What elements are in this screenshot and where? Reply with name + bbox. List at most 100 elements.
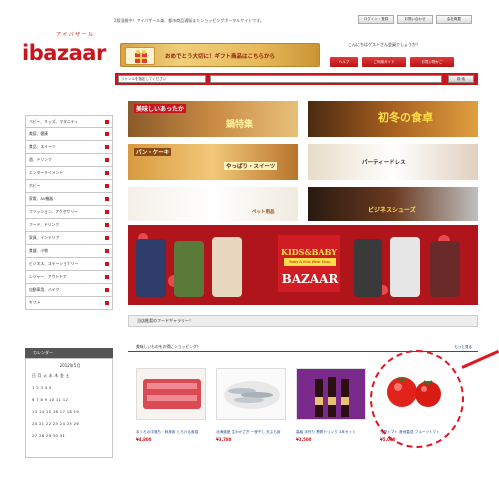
calendar-row: 6 7 8 9 10 11 12 — [32, 397, 69, 402]
highlight-pointer — [461, 349, 499, 369]
arrow-icon — [105, 158, 109, 162]
kids-banner-title: KIDS&BABY — [281, 247, 337, 257]
product-title: 北海道産 生わかさぎ 一夜干し 天ぷら用 — [216, 430, 281, 434]
arrow-icon — [105, 223, 109, 227]
sidebar-item-label: ファッション、アクセサリー — [29, 209, 78, 214]
page: 2版混雑中！アイバザール楽、都市商品通販またショッピングポータルサイトです。 ロ… — [12, 10, 499, 478]
sidebar-item-hobby[interactable]: ホビー — [25, 180, 113, 193]
banner-dress-title: パーティードレス — [362, 160, 406, 166]
product-image — [136, 368, 206, 420]
arrow-icon — [105, 171, 109, 175]
product-card[interactable]: 北海道産 生わかさぎ 一夜干し 天ぷら用 ¥3,780 — [216, 368, 286, 442]
arrow-icon — [105, 197, 109, 201]
gift-promo-banner[interactable]: おめでとう大切に！ギフト商品はこちらから — [120, 43, 320, 67]
sidebar-item-baby[interactable]: ベビー、キッズ、マタニティ — [25, 115, 113, 128]
arrow-icon — [105, 132, 109, 136]
sidebar-item-outdoor[interactable]: レジャー、アウトドア — [25, 271, 113, 284]
arrow-icon — [105, 301, 109, 305]
kids-clothing-image — [212, 237, 242, 297]
member-greeting: こんにちはゲストさん会員でしょうか？ — [348, 42, 420, 47]
banner-pets-title: ペット用品 — [252, 210, 275, 215]
sidebar-item-label: フード、ドリンク — [29, 222, 60, 227]
sidebar-item-label: ホビー — [29, 183, 41, 188]
site-logo[interactable]: ibazaar — [22, 41, 106, 65]
arrow-icon — [105, 275, 109, 279]
arrow-icon — [105, 184, 109, 188]
calendar-row: 1 2 3 4 5 — [32, 385, 52, 390]
sidebar-item-label: エンターテイメント — [29, 170, 64, 175]
calendar: 2012年5月 日 月 火 水 木 金 土 1 2 3 4 5 6 7 8 9 … — [25, 358, 113, 458]
banner-winter-title: 初冬の食卓 — [378, 111, 433, 124]
items-bar-title: 美味しいものをお得にショッピング！ — [136, 344, 201, 349]
calendar-weekdays: 日 月 火 水 木 金 土 — [32, 373, 70, 378]
calendar-row: 20 21 22 23 24 25 26 — [32, 421, 80, 426]
search-button[interactable]: 検 索 — [448, 75, 474, 83]
product-price: ¥3,500 — [296, 437, 312, 442]
sidebar-item-label: 自動車用、バイク — [29, 287, 60, 292]
kids-banner-brand: BAZAAR — [281, 272, 339, 286]
product-title: まぐろの中落ち・刺身用 とろける食感 — [136, 430, 199, 434]
sidebar-item-label: ベビー、キッズ、マタニティ — [29, 119, 79, 124]
product-title: 高級 手作り 黒酢ドリンク 3本セット — [296, 430, 356, 434]
product-price: ¥4,800 — [136, 437, 152, 442]
product-card[interactable]: まぐろの中落ち・刺身用 とろける食感 ¥4,800 — [136, 368, 206, 442]
more-link[interactable]: もっと見る — [455, 342, 473, 352]
kids-clothing-image — [390, 237, 420, 297]
sidebar-item-label: 美容、健康 — [29, 131, 48, 136]
sidebar-item-food[interactable]: 食品、スイーツ — [25, 141, 113, 154]
banner-hotpot-title: 美味しいあったか — [134, 104, 187, 113]
product-image — [216, 368, 286, 420]
arrow-icon — [105, 120, 109, 124]
product-price: ¥3,780 — [216, 437, 232, 442]
search-input[interactable] — [210, 75, 442, 83]
arrow-icon — [105, 249, 109, 253]
banner-bakery[interactable]: パン・ケーキ やっぱり・スイーツ — [128, 144, 298, 180]
sidebar-item-label: ビジネス、ステーショナリー — [29, 261, 79, 266]
sidebar-item-furniture[interactable]: 家具、インテリア — [25, 232, 113, 245]
header-tagline: 2版混雑中！アイバザール楽、都市商品通販またショッピングポータルサイトです。 — [114, 18, 264, 23]
product-image — [296, 368, 366, 420]
highlight-circle — [370, 350, 464, 448]
login-button[interactable]: ログイン・登録 — [358, 15, 394, 24]
contact-button[interactable]: お問い合わせ — [397, 15, 433, 24]
company-button[interactable]: 会社概要 — [436, 15, 472, 24]
sidebar-item-tableware[interactable]: 食器、小物 — [25, 245, 113, 258]
search-bar: ジャンルを指定してください 検 索 — [115, 73, 478, 85]
product-card[interactable]: 高級 手作り 黒酢ドリンク 3本セット ¥3,500 — [296, 368, 366, 442]
kids-clothing-image — [174, 241, 204, 297]
banner-hotpot[interactable]: 美味しいあったか 鍋特集 — [128, 101, 298, 137]
sidebar-item-fashion[interactable]: ファッション、アクセサリー — [25, 206, 113, 219]
sidebar-item-label: レジャー、アウトドア — [29, 274, 67, 279]
banner-kids-baby[interactable]: KIDS&BABY Baby & Kids Wear Shop BAZAAR — [128, 225, 478, 305]
sidebar-item-drink[interactable]: 酒、ドリンク — [25, 154, 113, 167]
sidebar-item-label: 家具、インテリア — [29, 235, 60, 240]
arrow-icon — [105, 145, 109, 149]
banner-bakery-sub: やっぱり・スイーツ — [224, 162, 278, 170]
sidebar-item-beauty[interactable]: 美容、健康 — [25, 128, 113, 141]
calendar-header: カレンダー — [25, 348, 113, 358]
sidebar-item-label: 家電、AV機器 — [29, 196, 53, 201]
banner-winter-table[interactable]: 初冬の食卓 — [308, 101, 478, 137]
cart-button[interactable]: お買い物かご — [410, 57, 454, 67]
banner-bakery-title: パン・ケーキ — [134, 148, 172, 156]
sidebar-item-label: ギフト — [29, 300, 41, 305]
kids-clothing-image — [354, 239, 382, 297]
arrow-icon — [105, 236, 109, 240]
banner-dress[interactable]: パーティードレス — [308, 144, 478, 180]
sidebar-item-auto[interactable]: 自動車用、バイク — [25, 284, 113, 297]
sidebar-item-gift[interactable]: ギフト — [25, 297, 113, 310]
category-sidebar: ベビー、キッズ、マタニティ 美容、健康 食品、スイーツ 酒、ドリンク エンターテ… — [25, 115, 113, 310]
genre-select[interactable]: ジャンルを指定してください — [118, 75, 206, 83]
banner-shoes-title: ビジネスシューズ — [368, 207, 416, 214]
sidebar-item-electronics[interactable]: 家電、AV機器 — [25, 193, 113, 206]
sidebar-item-business[interactable]: ビジネス、ステーショナリー — [25, 258, 113, 271]
banner-shoes[interactable]: ビジネスシューズ — [308, 187, 478, 221]
help-button[interactable]: ヘルプ — [330, 57, 358, 67]
sidebar-item-label: 酒、ドリンク — [29, 157, 52, 162]
arrow-icon — [105, 262, 109, 266]
banner-pets[interactable]: ペット用品 — [128, 187, 298, 221]
guide-button[interactable]: ご利用ガイド — [362, 57, 406, 67]
sidebar-item-entertainment[interactable]: エンターテイメント — [25, 167, 113, 180]
logo-kana: アイバザール — [56, 32, 95, 38]
sidebar-item-food-drink[interactable]: フード、ドリンク — [25, 219, 113, 232]
